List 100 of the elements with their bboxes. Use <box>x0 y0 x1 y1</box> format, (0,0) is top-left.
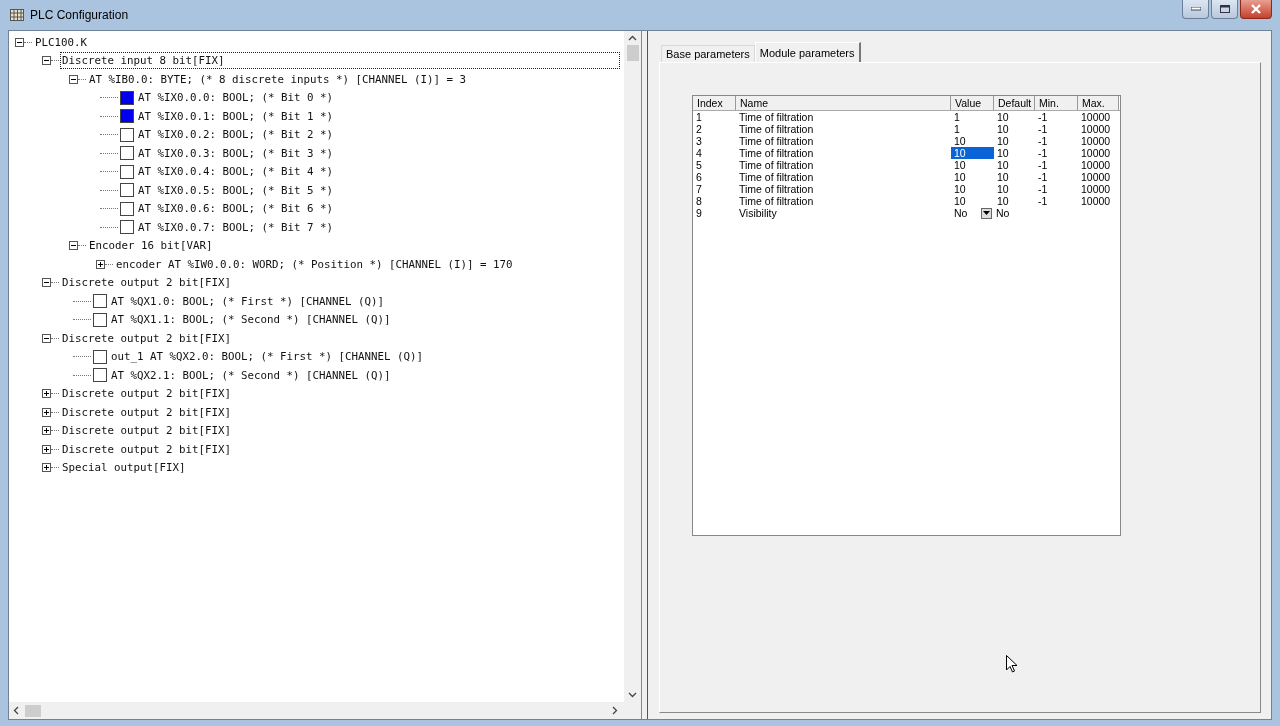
tree-item[interactable]: AT %IB0.0: BYTE; (* 8 discrete inputs *) [CHANNEL (I)] = 3 <box>87 70 469 88</box>
table-cell-text: Time of filtration <box>738 159 815 171</box>
table-cell-text: 10000 <box>1080 123 1112 135</box>
table-cell-text: 10 <box>996 171 1010 183</box>
collapse-icon[interactable] <box>42 56 51 66</box>
table-cell[interactable]: 10 <box>951 135 994 147</box>
table-cell-text: 3 <box>695 135 703 147</box>
tree-item[interactable]: Discrete output 2 bit[FIX] <box>60 274 233 292</box>
tree-item[interactable]: AT %IX0.0.3: BOOL; (* Bit 3 *) <box>136 144 335 162</box>
checkbox[interactable] <box>120 220 134 235</box>
table-cell-text: 10000 <box>1080 135 1112 147</box>
tree-item[interactable]: Discrete input 8 bit[FIX] <box>60 52 620 70</box>
table-cell-text: 5 <box>695 159 703 171</box>
tree-item[interactable]: Discrete output 2 bit[FIX] <box>60 403 233 421</box>
table-cell-text: 9 <box>695 207 703 219</box>
tree-item[interactable]: AT %QX2.1: BOOL; (* Second *) [CHANNEL (Q)] <box>109 366 393 384</box>
table-cell-text: 10000 <box>1080 171 1112 183</box>
tree-item[interactable]: PLC100.K <box>33 33 89 51</box>
tree-item[interactable]: Discrete output 2 bit[FIX] <box>60 440 233 458</box>
checkbox[interactable] <box>120 183 134 198</box>
minimize-icon <box>1190 7 1201 11</box>
table-cell-text: Time of filtration <box>738 171 815 183</box>
tree-item[interactable]: AT %IX0.0.0: BOOL; (* Bit 0 *) <box>136 89 335 107</box>
table-cell[interactable]: 1 <box>951 123 994 135</box>
column-header[interactable]: Default <box>994 96 1035 110</box>
table-cell[interactable]: 1 <box>951 111 994 123</box>
expand-icon[interactable] <box>42 426 51 436</box>
checkbox[interactable] <box>93 312 107 327</box>
table-cell-text: Time of filtration <box>738 135 815 147</box>
checkbox[interactable] <box>120 90 134 105</box>
tree-item[interactable]: AT %QX1.1: BOOL; (* Second *) [CHANNEL (Q)] <box>109 311 393 329</box>
column-header[interactable]: Index <box>693 96 736 110</box>
dropdown-button[interactable] <box>981 207 992 219</box>
table-cell-text: 10 <box>996 111 1010 123</box>
table-cell-text: 10000 <box>1080 111 1112 123</box>
checkbox[interactable] <box>120 146 134 161</box>
expand-icon[interactable] <box>96 259 105 269</box>
column-header[interactable]: Min. <box>1035 96 1078 110</box>
expand-icon[interactable] <box>42 389 51 399</box>
tree-item[interactable]: AT %IX0.0.5: BOOL; (* Bit 5 *) <box>136 181 335 199</box>
column-header[interactable]: Max. <box>1078 96 1119 110</box>
tree-item[interactable]: Discrete output 2 bit[FIX] <box>60 422 233 440</box>
tree-item[interactable]: Discrete output 2 bit[FIX] <box>60 385 233 403</box>
scroll-left-icon[interactable] <box>13 706 19 715</box>
table-cell[interactable]: 10 <box>951 159 994 171</box>
collapse-icon[interactable] <box>69 241 78 251</box>
table-cell-text: Time of filtration <box>738 195 815 207</box>
collapse-icon[interactable] <box>15 37 24 47</box>
maximize-button[interactable] <box>1211 0 1238 19</box>
tree-item[interactable]: Discrete output 2 bit[FIX] <box>60 329 233 347</box>
splitter[interactable] <box>641 31 648 719</box>
collapse-icon[interactable] <box>42 333 51 343</box>
grid-icon <box>10 9 24 21</box>
checkbox[interactable] <box>93 294 107 309</box>
expand-icon[interactable] <box>42 444 51 454</box>
column-header[interactable]: Name <box>736 96 951 110</box>
table-cell[interactable]: 10 <box>951 183 994 195</box>
tree-item[interactable]: AT %IX0.0.6: BOOL; (* Bit 6 *) <box>136 200 335 218</box>
expand-icon[interactable] <box>42 463 51 473</box>
tree-item[interactable]: AT %IX0.0.2: BOOL; (* Bit 2 *) <box>136 126 335 144</box>
checkbox[interactable] <box>120 164 134 179</box>
table-cell-text: 10 <box>996 195 1010 207</box>
tree-item[interactable]: AT %IX0.0.4: BOOL; (* Bit 4 *) <box>136 163 335 181</box>
tree-item[interactable]: Encoder 16 bit[VAR] <box>87 237 215 255</box>
mouse-pointer-icon <box>1006 655 1018 673</box>
tree-item[interactable]: AT %IX0.0.7: BOOL; (* Bit 7 *) <box>136 218 335 236</box>
table-cell[interactable]: 10 <box>951 171 994 183</box>
scroll-up-icon[interactable] <box>628 35 637 41</box>
tree-item[interactable]: encoder AT %IW0.0.0: WORD; (* Position *) [CHANNEL (I)] = 170 <box>114 255 515 273</box>
table-cell-text: 10000 <box>1080 183 1112 195</box>
table-cell-text: -1 <box>1037 183 1049 195</box>
column-header[interactable]: Value <box>951 96 994 110</box>
tab[interactable]: Module parameters <box>754 42 861 62</box>
scrollbar-thumb[interactable] <box>25 704 41 717</box>
scroll-right-icon[interactable] <box>612 706 618 715</box>
checkbox[interactable] <box>93 349 107 364</box>
tree-item[interactable]: AT %IX0.0.1: BOOL; (* Bit 1 *) <box>136 107 335 125</box>
tree-item[interactable]: Special output[FIX] <box>60 459 188 477</box>
table-cell[interactable]: No <box>951 207 981 219</box>
table-cell-text: -1 <box>1037 147 1049 159</box>
table-cell-text: -1 <box>1037 195 1049 207</box>
close-button[interactable] <box>1240 0 1272 19</box>
table-cell-text: 10 <box>996 147 1010 159</box>
collapse-icon[interactable] <box>42 278 51 288</box>
tree-item[interactable]: out_1 AT %QX2.0: BOOL; (* First *) [CHANNEL (Q)] <box>109 348 425 366</box>
table-cell[interactable]: 10 <box>951 147 994 159</box>
checkbox[interactable] <box>120 127 134 142</box>
vertical-scrollbar[interactable] <box>624 31 641 702</box>
table-cell-text: 10 <box>996 123 1010 135</box>
tab[interactable]: Base parameters <box>661 45 755 62</box>
checkbox[interactable] <box>120 109 134 124</box>
collapse-icon[interactable] <box>69 74 78 84</box>
tree-item[interactable]: AT %QX1.0: BOOL; (* First *) [CHANNEL (Q)] <box>109 292 386 310</box>
table-cell-text: 10 <box>996 135 1010 147</box>
checkbox[interactable] <box>120 201 134 216</box>
scrollbar-thumb[interactable] <box>626 45 639 61</box>
expand-icon[interactable] <box>42 407 51 417</box>
scroll-down-icon[interactable] <box>628 692 637 698</box>
checkbox[interactable] <box>93 368 107 383</box>
table-cell[interactable]: 10 <box>951 195 994 207</box>
